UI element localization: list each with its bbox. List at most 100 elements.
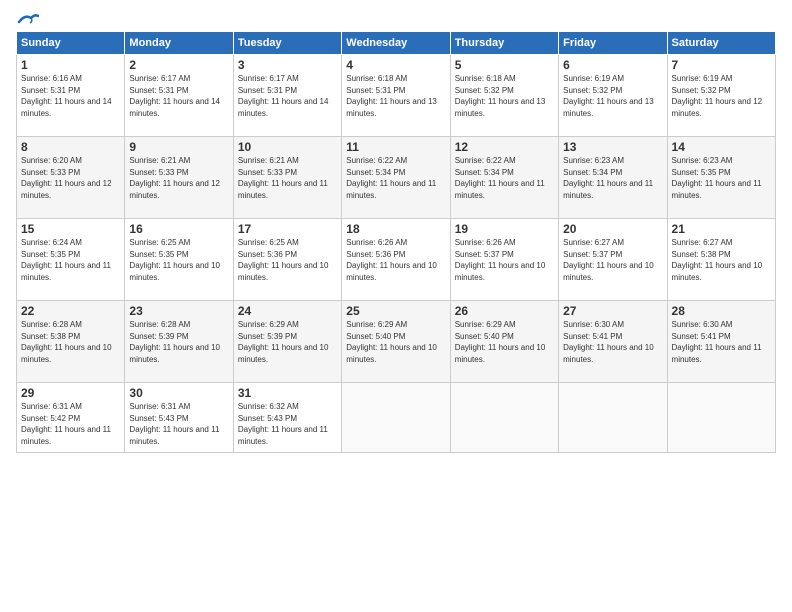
- logo-bird-icon: [17, 12, 39, 26]
- day-info: Sunrise: 6:30 AMSunset: 5:41 PMDaylight:…: [563, 319, 662, 365]
- day-number: 25: [346, 304, 445, 318]
- day-number: 1: [21, 58, 120, 72]
- day-info: Sunrise: 6:21 AMSunset: 5:33 PMDaylight:…: [129, 155, 228, 201]
- day-info: Sunrise: 6:18 AMSunset: 5:31 PMDaylight:…: [346, 73, 445, 119]
- calendar-cell: 2Sunrise: 6:17 AMSunset: 5:31 PMDaylight…: [125, 55, 233, 137]
- day-info: Sunrise: 6:23 AMSunset: 5:34 PMDaylight:…: [563, 155, 662, 201]
- day-info: Sunrise: 6:17 AMSunset: 5:31 PMDaylight:…: [238, 73, 337, 119]
- day-number: 11: [346, 140, 445, 154]
- calendar-cell: 31Sunrise: 6:32 AMSunset: 5:43 PMDayligh…: [233, 383, 341, 453]
- calendar-cell: 30Sunrise: 6:31 AMSunset: 5:43 PMDayligh…: [125, 383, 233, 453]
- calendar-cell: 23Sunrise: 6:28 AMSunset: 5:39 PMDayligh…: [125, 301, 233, 383]
- calendar-cell: 21Sunrise: 6:27 AMSunset: 5:38 PMDayligh…: [667, 219, 775, 301]
- day-number: 8: [21, 140, 120, 154]
- col-header-thursday: Thursday: [450, 32, 558, 55]
- calendar-cell: 12Sunrise: 6:22 AMSunset: 5:34 PMDayligh…: [450, 137, 558, 219]
- calendar-cell: [342, 383, 450, 453]
- day-info: Sunrise: 6:30 AMSunset: 5:41 PMDaylight:…: [672, 319, 771, 365]
- calendar-page: SundayMondayTuesdayWednesdayThursdayFrid…: [0, 0, 792, 612]
- day-info: Sunrise: 6:21 AMSunset: 5:33 PMDaylight:…: [238, 155, 337, 201]
- day-number: 15: [21, 222, 120, 236]
- calendar-cell: 16Sunrise: 6:25 AMSunset: 5:35 PMDayligh…: [125, 219, 233, 301]
- day-number: 3: [238, 58, 337, 72]
- calendar-cell: 1Sunrise: 6:16 AMSunset: 5:31 PMDaylight…: [17, 55, 125, 137]
- day-number: 30: [129, 386, 228, 400]
- day-number: 2: [129, 58, 228, 72]
- col-header-wednesday: Wednesday: [342, 32, 450, 55]
- day-number: 12: [455, 140, 554, 154]
- col-header-friday: Friday: [559, 32, 667, 55]
- day-number: 18: [346, 222, 445, 236]
- day-info: Sunrise: 6:28 AMSunset: 5:38 PMDaylight:…: [21, 319, 120, 365]
- day-info: Sunrise: 6:26 AMSunset: 5:36 PMDaylight:…: [346, 237, 445, 283]
- day-number: 26: [455, 304, 554, 318]
- day-number: 31: [238, 386, 337, 400]
- day-info: Sunrise: 6:20 AMSunset: 5:33 PMDaylight:…: [21, 155, 120, 201]
- day-number: 24: [238, 304, 337, 318]
- day-number: 28: [672, 304, 771, 318]
- calendar-cell: 5Sunrise: 6:18 AMSunset: 5:32 PMDaylight…: [450, 55, 558, 137]
- calendar-cell: 29Sunrise: 6:31 AMSunset: 5:42 PMDayligh…: [17, 383, 125, 453]
- calendar-cell: 8Sunrise: 6:20 AMSunset: 5:33 PMDaylight…: [17, 137, 125, 219]
- day-number: 13: [563, 140, 662, 154]
- day-info: Sunrise: 6:27 AMSunset: 5:38 PMDaylight:…: [672, 237, 771, 283]
- calendar-cell: 18Sunrise: 6:26 AMSunset: 5:36 PMDayligh…: [342, 219, 450, 301]
- calendar-cell: 15Sunrise: 6:24 AMSunset: 5:35 PMDayligh…: [17, 219, 125, 301]
- header: [16, 12, 776, 23]
- day-info: Sunrise: 6:29 AMSunset: 5:40 PMDaylight:…: [346, 319, 445, 365]
- calendar-cell: 19Sunrise: 6:26 AMSunset: 5:37 PMDayligh…: [450, 219, 558, 301]
- day-number: 4: [346, 58, 445, 72]
- day-info: Sunrise: 6:26 AMSunset: 5:37 PMDaylight:…: [455, 237, 554, 283]
- calendar-cell: 13Sunrise: 6:23 AMSunset: 5:34 PMDayligh…: [559, 137, 667, 219]
- calendar-cell: [450, 383, 558, 453]
- day-number: 5: [455, 58, 554, 72]
- calendar-cell: 7Sunrise: 6:19 AMSunset: 5:32 PMDaylight…: [667, 55, 775, 137]
- day-info: Sunrise: 6:29 AMSunset: 5:40 PMDaylight:…: [455, 319, 554, 365]
- day-number: 23: [129, 304, 228, 318]
- day-number: 10: [238, 140, 337, 154]
- col-header-tuesday: Tuesday: [233, 32, 341, 55]
- calendar-cell: 28Sunrise: 6:30 AMSunset: 5:41 PMDayligh…: [667, 301, 775, 383]
- col-header-sunday: Sunday: [17, 32, 125, 55]
- calendar-cell: [667, 383, 775, 453]
- day-info: Sunrise: 6:27 AMSunset: 5:37 PMDaylight:…: [563, 237, 662, 283]
- day-number: 27: [563, 304, 662, 318]
- calendar-cell: 25Sunrise: 6:29 AMSunset: 5:40 PMDayligh…: [342, 301, 450, 383]
- day-info: Sunrise: 6:31 AMSunset: 5:42 PMDaylight:…: [21, 401, 120, 447]
- day-info: Sunrise: 6:28 AMSunset: 5:39 PMDaylight:…: [129, 319, 228, 365]
- day-info: Sunrise: 6:31 AMSunset: 5:43 PMDaylight:…: [129, 401, 228, 447]
- calendar-cell: 24Sunrise: 6:29 AMSunset: 5:39 PMDayligh…: [233, 301, 341, 383]
- day-number: 29: [21, 386, 120, 400]
- calendar-cell: 9Sunrise: 6:21 AMSunset: 5:33 PMDaylight…: [125, 137, 233, 219]
- calendar-cell: 14Sunrise: 6:23 AMSunset: 5:35 PMDayligh…: [667, 137, 775, 219]
- day-number: 6: [563, 58, 662, 72]
- day-info: Sunrise: 6:29 AMSunset: 5:39 PMDaylight:…: [238, 319, 337, 365]
- calendar-table: SundayMondayTuesdayWednesdayThursdayFrid…: [16, 31, 776, 453]
- calendar-cell: 3Sunrise: 6:17 AMSunset: 5:31 PMDaylight…: [233, 55, 341, 137]
- day-info: Sunrise: 6:25 AMSunset: 5:35 PMDaylight:…: [129, 237, 228, 283]
- logo: [16, 12, 39, 23]
- day-number: 16: [129, 222, 228, 236]
- calendar-cell: 22Sunrise: 6:28 AMSunset: 5:38 PMDayligh…: [17, 301, 125, 383]
- day-number: 7: [672, 58, 771, 72]
- day-info: Sunrise: 6:22 AMSunset: 5:34 PMDaylight:…: [346, 155, 445, 201]
- calendar-cell: 17Sunrise: 6:25 AMSunset: 5:36 PMDayligh…: [233, 219, 341, 301]
- col-header-saturday: Saturday: [667, 32, 775, 55]
- day-number: 19: [455, 222, 554, 236]
- day-number: 17: [238, 222, 337, 236]
- day-info: Sunrise: 6:19 AMSunset: 5:32 PMDaylight:…: [563, 73, 662, 119]
- day-info: Sunrise: 6:22 AMSunset: 5:34 PMDaylight:…: [455, 155, 554, 201]
- day-info: Sunrise: 6:23 AMSunset: 5:35 PMDaylight:…: [672, 155, 771, 201]
- day-info: Sunrise: 6:25 AMSunset: 5:36 PMDaylight:…: [238, 237, 337, 283]
- day-info: Sunrise: 6:32 AMSunset: 5:43 PMDaylight:…: [238, 401, 337, 447]
- calendar-cell: 27Sunrise: 6:30 AMSunset: 5:41 PMDayligh…: [559, 301, 667, 383]
- calendar-cell: 10Sunrise: 6:21 AMSunset: 5:33 PMDayligh…: [233, 137, 341, 219]
- day-info: Sunrise: 6:24 AMSunset: 5:35 PMDaylight:…: [21, 237, 120, 283]
- day-info: Sunrise: 6:16 AMSunset: 5:31 PMDaylight:…: [21, 73, 120, 119]
- day-info: Sunrise: 6:19 AMSunset: 5:32 PMDaylight:…: [672, 73, 771, 119]
- calendar-cell: 4Sunrise: 6:18 AMSunset: 5:31 PMDaylight…: [342, 55, 450, 137]
- calendar-header-row: SundayMondayTuesdayWednesdayThursdayFrid…: [17, 32, 776, 55]
- col-header-monday: Monday: [125, 32, 233, 55]
- day-info: Sunrise: 6:17 AMSunset: 5:31 PMDaylight:…: [129, 73, 228, 119]
- calendar-cell: 20Sunrise: 6:27 AMSunset: 5:37 PMDayligh…: [559, 219, 667, 301]
